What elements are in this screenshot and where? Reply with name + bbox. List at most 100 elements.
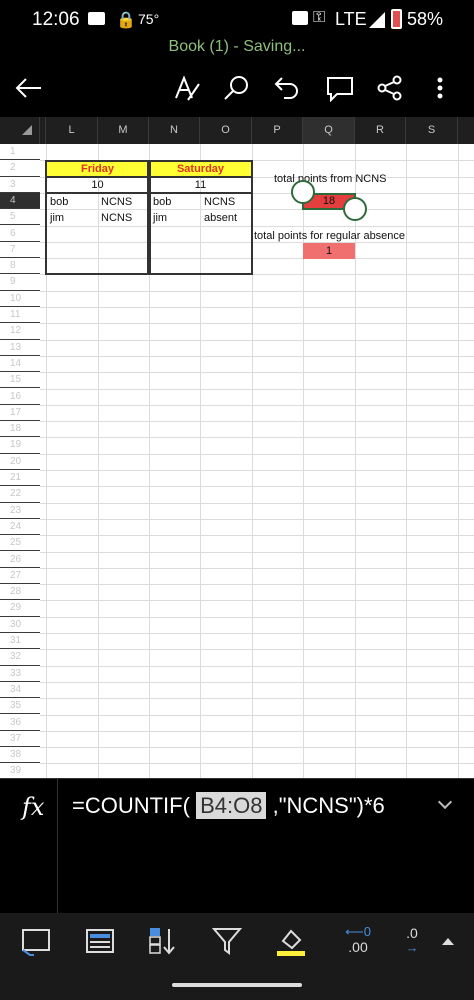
row-header[interactable]: 2 xyxy=(0,160,40,177)
format-table-icon[interactable] xyxy=(84,925,116,957)
chevron-down-icon[interactable] xyxy=(437,794,453,810)
row-header[interactable]: 35 xyxy=(0,698,40,715)
row-header[interactable]: 9 xyxy=(0,274,40,291)
column-header-q[interactable]: Q xyxy=(303,117,355,144)
back-arrow-icon[interactable] xyxy=(14,74,44,102)
row-header[interactable]: 32 xyxy=(0,649,40,666)
total-absence-value-cell[interactable]: 1 xyxy=(303,243,355,259)
row-header[interactable]: 34 xyxy=(0,682,40,699)
row-header[interactable]: 7 xyxy=(0,242,40,259)
gridline-row xyxy=(40,339,474,341)
gridline-row xyxy=(40,355,474,357)
row-header[interactable]: 25 xyxy=(0,535,40,552)
document-title: Book (1) - Saving... xyxy=(168,38,306,55)
search-icon[interactable] xyxy=(222,74,252,102)
formula-bar[interactable]: fx =COUNTIF( B4:O8 ,"NCNS")*6 xyxy=(0,778,474,914)
expand-up-icon[interactable] xyxy=(438,925,458,957)
row-header[interactable]: 19 xyxy=(0,437,40,454)
gridline-row xyxy=(40,437,474,439)
row-header[interactable]: 4 xyxy=(0,192,40,210)
battery-icon xyxy=(391,9,402,29)
row-header[interactable]: 24 xyxy=(0,519,40,536)
column-header-l[interactable]: L xyxy=(46,117,98,144)
spreadsheet-grid[interactable]: L M N O P Q R S 1 2 3 4 5 6 7 8 9 10 11 12 13 14 15 16 1… xyxy=(0,117,474,778)
row-header[interactable]: 30 xyxy=(0,617,40,633)
row-header[interactable]: 22 xyxy=(0,486,40,503)
cell-styles-icon[interactable] xyxy=(20,925,52,957)
formula-range-ref[interactable]: B4:O8 xyxy=(196,792,267,819)
row-header[interactable]: 21 xyxy=(0,470,40,487)
row-header[interactable]: 37 xyxy=(0,731,40,748)
fx-label: fx xyxy=(22,793,45,821)
mail-icon xyxy=(88,12,105,25)
share-icon[interactable] xyxy=(375,74,405,102)
gridline-row xyxy=(40,388,474,390)
comment-icon[interactable] xyxy=(325,74,355,102)
filter-icon[interactable] xyxy=(211,925,243,957)
home-indicator xyxy=(0,973,474,1000)
gridline-column xyxy=(458,144,459,778)
draw-pen-icon[interactable] xyxy=(172,74,202,102)
more-icon[interactable] xyxy=(430,74,450,102)
gridline-row xyxy=(40,763,474,765)
column-header-n[interactable]: N xyxy=(149,117,200,144)
status-battery: 58% xyxy=(407,9,444,29)
row-header[interactable]: 16 xyxy=(0,389,40,405)
gridline-row xyxy=(40,404,474,406)
row-header[interactable]: 15 xyxy=(0,372,40,389)
row-header[interactable]: 8 xyxy=(0,258,40,275)
formula-suffix: ,"NCNS")*6 xyxy=(272,793,385,818)
row-header[interactable]: 33 xyxy=(0,666,40,682)
undo-icon[interactable] xyxy=(272,74,302,102)
formula-prefix: =COUNTIF( xyxy=(72,793,190,818)
row-header[interactable]: 38 xyxy=(0,747,40,764)
column-header-s[interactable]: S xyxy=(406,117,458,144)
row-header[interactable]: 11 xyxy=(0,307,40,324)
row-header[interactable]: 1 xyxy=(0,144,40,161)
gridline-row xyxy=(40,551,474,553)
total-ncns-label[interactable]: total points from NCNS xyxy=(274,171,386,187)
row-header[interactable]: 14 xyxy=(0,356,40,373)
row-header[interactable]: 39 xyxy=(0,763,40,778)
select-all-corner[interactable] xyxy=(0,117,40,144)
gridline-row xyxy=(40,747,474,749)
gridline-row xyxy=(40,486,474,488)
row-header[interactable]: 12 xyxy=(0,323,40,340)
gridline-row xyxy=(40,665,474,667)
row-header[interactable]: 23 xyxy=(0,503,40,519)
row-header[interactable]: 20 xyxy=(0,454,40,470)
row-header[interactable]: 3 xyxy=(0,177,40,193)
lock-icon: 🔒 xyxy=(116,12,136,29)
row-header[interactable]: 10 xyxy=(0,291,40,307)
column-header-r[interactable]: R xyxy=(355,117,406,144)
gridline-row xyxy=(40,502,474,504)
signal-icon xyxy=(369,12,385,28)
gridline-row xyxy=(40,518,474,520)
column-headers: L M N O P Q R S xyxy=(0,117,474,144)
document-title-bar: Book (1) - Saving... xyxy=(0,38,474,62)
gridline-row xyxy=(40,323,474,325)
selection-handle-start[interactable] xyxy=(291,180,315,204)
sort-icon[interactable] xyxy=(146,925,178,957)
formula-text[interactable]: =COUNTIF( B4:O8 ,"NCNS")*6 xyxy=(72,792,385,819)
fill-color-icon[interactable] xyxy=(275,925,307,957)
column-header-p[interactable]: P xyxy=(252,117,303,144)
row-header[interactable]: 17 xyxy=(0,405,40,422)
row-header[interactable]: 28 xyxy=(0,584,40,601)
increase-decimal-icon[interactable]: .0 → xyxy=(400,925,424,957)
row-header[interactable]: 13 xyxy=(0,340,40,356)
row-header[interactable]: 27 xyxy=(0,568,40,585)
decrease-decimal-icon[interactable]: ⟵0 .00 xyxy=(340,925,376,957)
column-header-o[interactable]: O xyxy=(200,117,252,144)
row-header[interactable]: 31 xyxy=(0,633,40,650)
row-header[interactable]: 18 xyxy=(0,421,40,438)
row-header[interactable]: 36 xyxy=(0,715,40,731)
row-header[interactable]: 6 xyxy=(0,226,40,242)
column-header-m[interactable]: M xyxy=(98,117,149,144)
row-header[interactable]: 26 xyxy=(0,552,40,568)
row-header[interactable]: 5 xyxy=(0,209,40,226)
selection-handle-end[interactable] xyxy=(343,197,367,221)
row-header[interactable]: 29 xyxy=(0,600,40,617)
gridline-column xyxy=(406,144,407,778)
total-absence-label[interactable]: total points for regular absence xyxy=(254,228,405,244)
